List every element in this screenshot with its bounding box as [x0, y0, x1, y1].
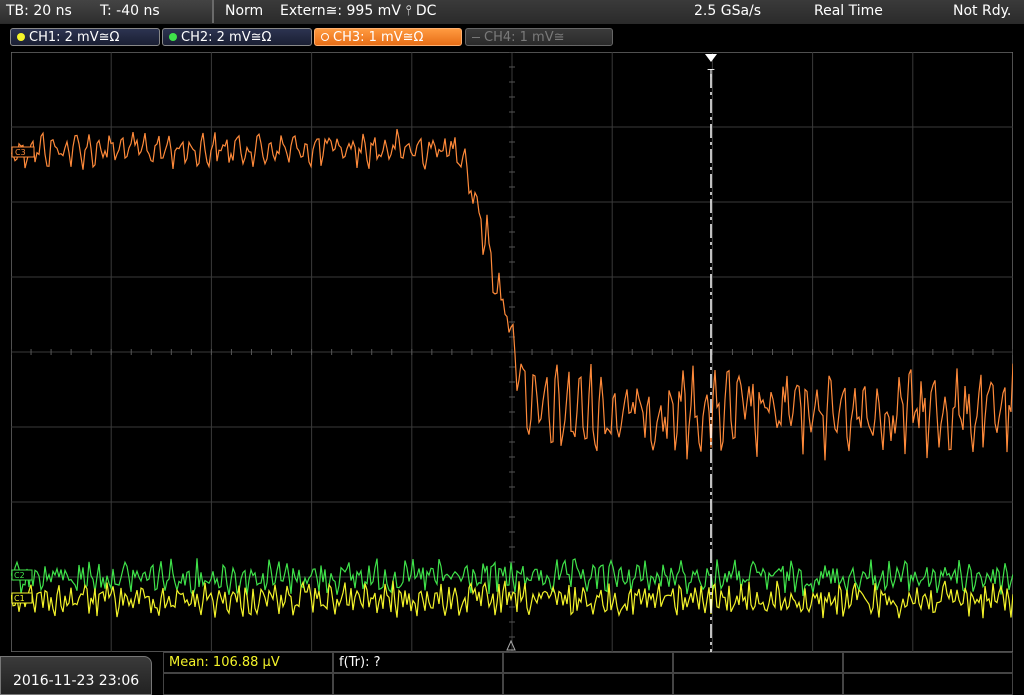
acquisition-mode-label[interactable]: Real Time: [814, 3, 883, 19]
mean-measurement: Mean: 106.88 µV: [169, 655, 280, 670]
trigger-time-label: T: -40 ns: [100, 3, 160, 19]
channel-1-button[interactable]: CH1: 2 mV≅Ω: [10, 28, 160, 46]
trigger-mode-label[interactable]: Norm: [225, 3, 263, 19]
channel-1-indicator-icon: [17, 33, 25, 41]
sample-rate-label[interactable]: 2.5 GSa/s: [694, 3, 761, 19]
channel-4-label: CH4: 1 mV≅: [484, 30, 565, 45]
measurement-cell-3[interactable]: [503, 652, 673, 673]
rise-frequency-measurement: f(Tr): ?: [339, 655, 381, 670]
channel-2-level-marker[interactable]: C2: [11, 569, 33, 581]
channel-1-label: CH1: 2 mV≅Ω: [29, 30, 120, 45]
channel-3-label: CH3: 1 mV≅Ω: [333, 30, 424, 45]
measurement-cell-4[interactable]: [673, 652, 843, 673]
channel-2-indicator-icon: [169, 33, 177, 41]
channel-1-level-marker[interactable]: C1: [11, 592, 33, 604]
measurement-cell-8[interactable]: [503, 673, 673, 695]
measurement-table: Mean: 106.88 µV f(Tr): ?: [163, 652, 1013, 695]
status-bar: TB: 20 ns T: -40 ns Norm Extern≅: 995 mV…: [0, 0, 1024, 24]
waveform-display[interactable]: T C3 C2 C1: [10, 51, 1014, 653]
channel-bar: CH1: 2 mV≅Ω CH2: 2 mV≅Ω CH3: 1 mV≅Ω CH4:…: [0, 24, 1024, 50]
trigger-marker-label: T: [707, 67, 715, 80]
channel-3-button[interactable]: CH3: 1 mV≅Ω: [314, 28, 462, 46]
channel-3-level-marker[interactable]: C3: [11, 146, 35, 158]
channel-1-marker-label: C1: [14, 594, 25, 603]
measurement-cell-7[interactable]: [333, 673, 503, 695]
measurement-cell-10[interactable]: [843, 673, 1013, 695]
datetime-box[interactable]: 2016-11-23 23:06: [0, 656, 152, 695]
measurement-cell-6[interactable]: [163, 673, 333, 695]
channel-4-button[interactable]: CH4: 1 mV≅: [465, 28, 613, 46]
channel-2-button[interactable]: CH2: 2 mV≅Ω: [162, 28, 312, 46]
channel-3-marker-label: C3: [15, 148, 26, 157]
run-status-label[interactable]: Not Rdy.: [953, 3, 1011, 19]
measurement-cell-9[interactable]: [673, 673, 843, 695]
measurement-cell-5[interactable]: [843, 652, 1013, 673]
channel-4-indicator-icon: [472, 37, 480, 38]
datetime-label: 2016-11-23 23:06: [13, 673, 140, 689]
channel-2-marker-label: C2: [14, 571, 25, 580]
timebase-box[interactable]: TB: 20 ns T: -40 ns: [0, 0, 214, 23]
channel-3-indicator-icon: [321, 33, 329, 41]
bottom-bar: 2016-11-23 23:06 Mean: 106.88 µV f(Tr): …: [0, 652, 1024, 695]
timebase-label: TB: 20 ns: [6, 3, 72, 19]
waveform-canvas[interactable]: T C3 C2 C1: [10, 51, 1014, 653]
trigger-source-label[interactable]: Extern≅: 995 mV ⫯ DC: [280, 3, 436, 19]
channel-2-label: CH2: 2 mV≅Ω: [181, 30, 272, 45]
